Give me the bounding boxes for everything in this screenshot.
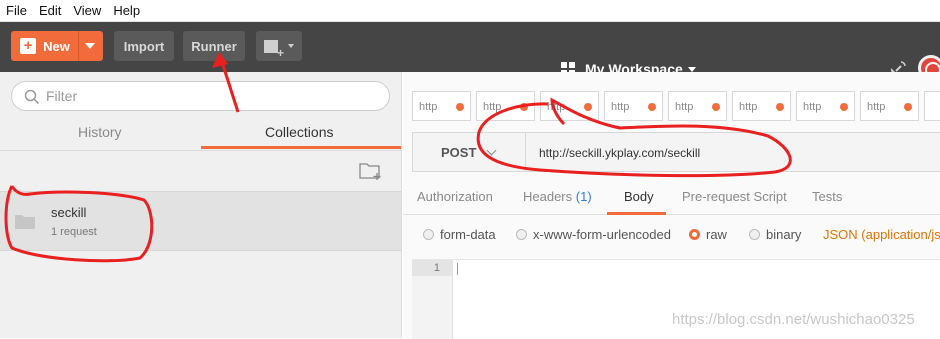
radio-form-data[interactable]: form-data [423,227,496,242]
chevron-down-icon [687,66,696,72]
request-tab[interactable]: http [412,91,471,121]
plus-icon: + [20,38,37,54]
new-collection-icon[interactable] [359,161,383,181]
menu-edit[interactable]: Edit [39,3,61,18]
request-tab-label: http [867,101,886,113]
radio-circle [423,229,434,240]
toolbar: + New Import Runner My Workspace [0,22,940,81]
request-tab-label: http [611,101,630,113]
radio-circle-selected [689,229,700,240]
radio-raw[interactable]: raw [689,227,727,242]
unsaved-dot [648,103,656,111]
unsaved-dot [456,103,464,111]
menu-bar: File Edit View Help [0,0,940,22]
filter-input[interactable]: Filter [11,81,390,111]
request-tab-label: http [803,101,822,113]
new-button-label: New [43,38,70,54]
method-label: POST [441,144,477,160]
sidebar-tabs: History Collections [0,120,402,150]
tab-tests[interactable]: Tests [812,189,842,204]
content-type-select[interactable]: JSON (application/json) [823,227,940,242]
menu-help[interactable]: Help [113,3,140,18]
unsaved-dot [584,103,592,111]
line-gutter: 1 [412,260,453,339]
runner-button[interactable]: Runner [183,31,245,61]
radio-label: x-www-form-urlencoded [533,227,671,242]
tab-history[interactable]: History [78,124,122,140]
tab-headers-label: Headers [523,189,573,204]
new-window-icon [264,39,284,60]
import-button[interactable]: Import [114,31,174,61]
request-tab[interactable]: http [604,91,663,121]
search-icon [24,89,40,105]
sidebar: Filter History Collections seckill 1 req… [0,72,402,338]
request-subtabs: Authorization Headers (1) Body Pre-reque… [403,185,940,215]
url-bar: POST http://seckill.ykplay.com/seckill [412,132,940,172]
tab-collections[interactable]: Collections [265,124,333,140]
filter-placeholder: Filter [46,88,78,104]
unsaved-dot [520,103,528,111]
headers-count-badge: (1) [575,189,592,204]
tab-body[interactable]: Body [624,189,654,204]
text-cursor [457,263,458,275]
method-select[interactable]: POST [413,133,526,171]
request-tab[interactable]: http [732,91,791,121]
request-tab[interactable]: http [476,91,535,121]
radio-circle [516,229,527,240]
collection-request-count: 1 request [51,226,97,238]
chevron-down-icon [486,145,497,155]
active-subtab-indicator [607,212,666,215]
request-tab-label: http [483,101,502,113]
menu-file[interactable]: File [6,3,27,18]
radio-circle [749,229,760,240]
new-window-button[interactable] [256,31,302,61]
radio-label: binary [766,227,802,242]
request-tab[interactable]: http [860,91,919,121]
new-button-divider [78,31,79,61]
line-number: 1 [412,260,453,276]
radio-label: form-data [440,227,496,242]
new-button[interactable]: + New [11,31,103,61]
watermark: https://blog.csdn.net/wushichao0325 [672,311,915,328]
unsaved-dot [840,103,848,111]
unsaved-dot [776,103,784,111]
collection-name: seckill [51,205,87,220]
tab-headers[interactable]: Headers (1) [523,189,592,204]
unsaved-dot [904,103,912,111]
active-tab-indicator [201,146,401,149]
request-tab[interactable]: http [540,91,599,121]
request-tab-label: http [739,101,758,113]
unsaved-dot [712,103,720,111]
tab-authorization[interactable]: Authorization [417,189,493,204]
radio-urlencoded[interactable]: x-www-form-urlencoded [516,227,671,242]
chevron-down-icon [288,44,294,48]
collection-item[interactable]: seckill 1 request [0,191,401,251]
request-panel: http http http http http http http http … [403,72,940,339]
request-tab-label: http [547,101,566,113]
folder-icon [15,215,35,229]
request-tab-label: http [419,101,438,113]
request-tab[interactable] [924,91,940,121]
chevron-down-icon[interactable] [85,43,95,49]
radio-label: raw [706,227,727,242]
menu-view[interactable]: View [73,3,101,18]
tab-pre-request-script[interactable]: Pre-request Script [682,189,787,204]
request-tab-label: http [675,101,694,113]
body-mode-options: form-data x-www-form-urlencoded raw bina… [403,225,940,245]
radio-binary[interactable]: binary [749,227,801,242]
url-input[interactable]: http://seckill.ykplay.com/seckill [539,146,700,160]
request-tab[interactable]: http [796,91,855,121]
divider [0,150,402,151]
request-tab[interactable]: http [668,91,727,121]
